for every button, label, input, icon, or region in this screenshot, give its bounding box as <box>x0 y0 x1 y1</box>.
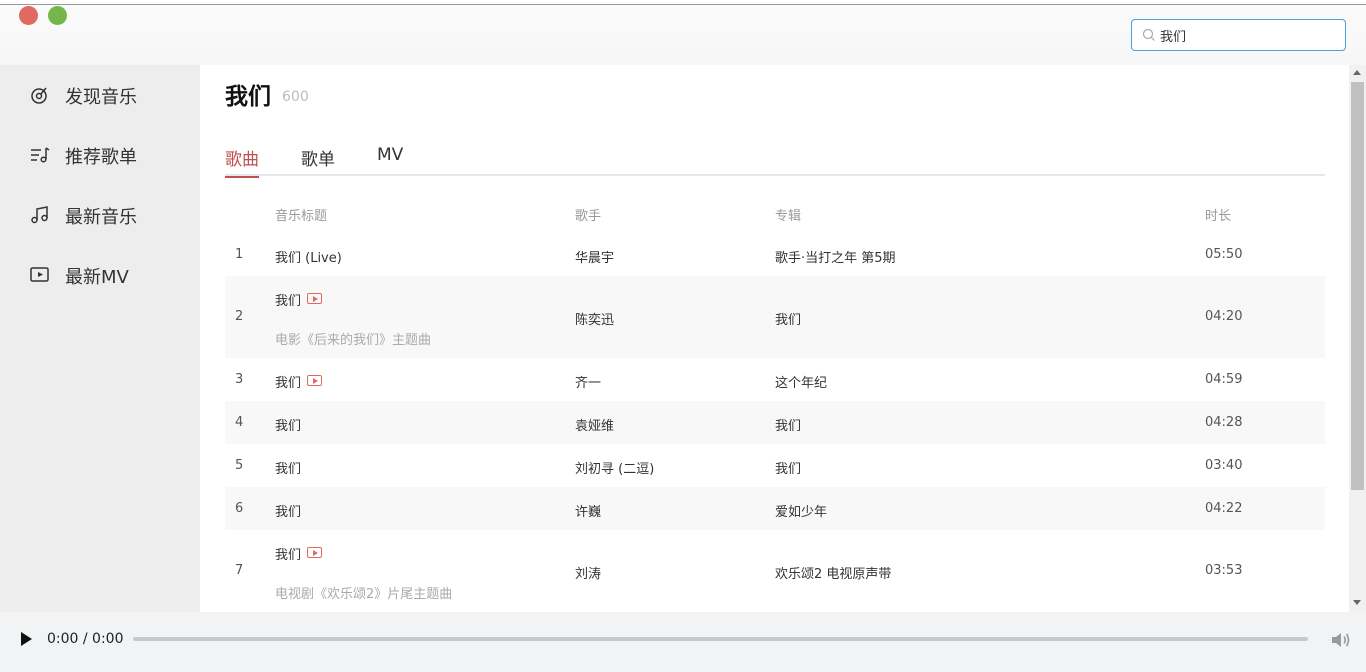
album-name[interactable]: 欢乐颂2 电视原声带 <box>775 563 891 582</box>
maximize-window-button[interactable] <box>48 6 67 25</box>
tab-mv[interactable]: MV <box>377 145 403 178</box>
row-index: 1 <box>235 247 244 262</box>
search-results-panel: 我们 600 歌曲 歌单 MV 音乐标题 歌手 专辑 时长 1 我们 (Live… <box>200 65 1349 612</box>
album-name[interactable]: 这个年纪 <box>775 372 827 391</box>
song-subtitle: 电影《后来的我们》主题曲 <box>275 333 432 348</box>
table-row[interactable]: 4 我们 袁娅维 我们 04:28 <box>225 401 1325 444</box>
table-row[interactable]: 6 我们 许巍 爱如少年 04:22 <box>225 487 1325 530</box>
table-row[interactable]: 1 我们 (Live) 华晨宇 歌手·当打之年 第5期 05:50 <box>225 233 1325 276</box>
singer-name[interactable]: 刘涛 <box>575 563 601 582</box>
sidebar-item-label: 最新音乐 <box>65 207 137 228</box>
table-row[interactable]: 5 我们 刘初寻 (二逗) 我们 03:40 <box>225 444 1325 487</box>
playback-time: 0:00 / 0:00 <box>47 631 124 647</box>
song-duration: 04:59 <box>1205 372 1243 387</box>
sidebar-item-label: 推荐歌单 <box>65 147 137 168</box>
song-title-cell: 我们 <box>275 372 323 391</box>
header-bar <box>0 5 1366 65</box>
mv-icon[interactable] <box>307 375 323 386</box>
row-index: 7 <box>235 563 244 578</box>
singer-name[interactable]: 袁娅维 <box>575 415 614 434</box>
table-row[interactable]: 2 我们 电影《后来的我们》主题曲 陈奕迅 我们 04:20 <box>225 276 1325 358</box>
song-duration: 05:50 <box>1205 247 1243 262</box>
table-header: 音乐标题 歌手 专辑 时长 <box>225 197 1325 227</box>
album-name[interactable]: 爱如少年 <box>775 501 827 520</box>
song-title[interactable]: 我们 <box>275 458 301 477</box>
song-title[interactable]: 我们 <box>275 415 301 434</box>
album-name[interactable]: 我们 <box>775 458 801 477</box>
singer-name[interactable]: 陈奕迅 <box>575 309 614 328</box>
search-icon <box>1142 28 1155 41</box>
tab-songs[interactable]: 歌曲 <box>225 145 259 178</box>
song-title[interactable]: 我们 <box>275 294 301 309</box>
music-note-icon <box>31 206 48 224</box>
table-row[interactable]: 7 我们 电视剧《欢乐颂2》片尾主题曲 刘涛 欢乐颂2 电视原声带 03:53 <box>225 530 1325 612</box>
row-index: 3 <box>235 372 244 387</box>
audio-player: 0:00 / 0:00 <box>0 612 1366 672</box>
row-index: 4 <box>235 415 244 430</box>
vertical-scrollbar[interactable] <box>1349 65 1366 612</box>
discover-music-icon <box>31 87 47 104</box>
header-duration: 时长 <box>1205 209 1232 224</box>
search-input[interactable] <box>1160 24 1340 46</box>
close-window-button[interactable] <box>19 6 38 25</box>
row-index: 2 <box>235 309 244 324</box>
singer-name[interactable]: 华晨宇 <box>575 247 614 266</box>
result-tabs: 歌曲 歌单 MV <box>225 143 1325 178</box>
song-duration: 04:28 <box>1205 415 1243 430</box>
song-title[interactable]: 我们 <box>275 501 301 520</box>
song-title-cell: 我们 <box>275 290 323 309</box>
album-name[interactable]: 歌手·当打之年 第5期 <box>775 247 896 266</box>
singer-name[interactable]: 许巍 <box>575 501 601 520</box>
page-title: 我们 <box>225 84 271 110</box>
album-name[interactable]: 我们 <box>775 309 801 328</box>
play-icon[interactable] <box>21 632 32 646</box>
song-title[interactable]: 我们 <box>275 376 301 391</box>
song-duration: 04:22 <box>1205 501 1243 516</box>
row-index: 5 <box>235 458 244 473</box>
header-album: 专辑 <box>775 209 802 224</box>
song-duration: 03:53 <box>1205 563 1243 578</box>
song-duration: 04:20 <box>1205 309 1243 324</box>
song-title[interactable]: 我们 (Live) <box>275 247 342 266</box>
song-subtitle: 电视剧《欢乐颂2》片尾主题曲 <box>275 587 453 602</box>
video-icon <box>30 267 49 282</box>
row-index: 6 <box>235 501 244 516</box>
singer-name[interactable]: 齐一 <box>575 372 601 391</box>
progress-bar[interactable] <box>133 637 1308 641</box>
album-name[interactable]: 我们 <box>775 415 801 434</box>
scroll-down-arrow-icon[interactable] <box>1353 600 1361 605</box>
singer-name[interactable]: 刘初寻 (二逗) <box>575 458 654 477</box>
scroll-up-arrow-icon[interactable] <box>1353 70 1361 75</box>
sidebar-item-new-mv[interactable]: 最新MV <box>30 260 190 290</box>
mv-icon[interactable] <box>307 547 323 558</box>
sidebar-item-recommended-playlists[interactable]: 推荐歌单 <box>30 140 190 170</box>
song-title-cell: 我们 <box>275 544 323 563</box>
table-row[interactable]: 3 我们 齐一 这个年纪 04:59 <box>225 358 1325 401</box>
mv-icon[interactable] <box>307 293 323 304</box>
sidebar-item-discover-music[interactable]: 发现音乐 <box>30 80 190 110</box>
header-title: 音乐标题 <box>275 209 328 224</box>
sidebar-item-label: 发现音乐 <box>65 87 137 108</box>
song-title[interactable]: 我们 <box>275 548 301 563</box>
sidebar: 发现音乐 推荐歌单 最新音乐 最新MV <box>0 65 200 612</box>
song-duration: 03:40 <box>1205 458 1243 473</box>
playlist-icon <box>31 147 50 163</box>
volume-icon[interactable] <box>1330 630 1352 650</box>
search-box[interactable] <box>1131 19 1346 51</box>
app-window: 发现音乐 推荐歌单 最新音乐 <box>0 0 1366 672</box>
tab-playlists[interactable]: 歌单 <box>301 145 335 178</box>
scrollbar-thumb[interactable] <box>1351 82 1364 490</box>
header-singer: 歌手 <box>575 209 602 224</box>
sidebar-item-label: 最新MV <box>65 267 129 288</box>
result-count: 600 <box>282 89 309 105</box>
sidebar-item-new-music[interactable]: 最新音乐 <box>30 200 190 230</box>
